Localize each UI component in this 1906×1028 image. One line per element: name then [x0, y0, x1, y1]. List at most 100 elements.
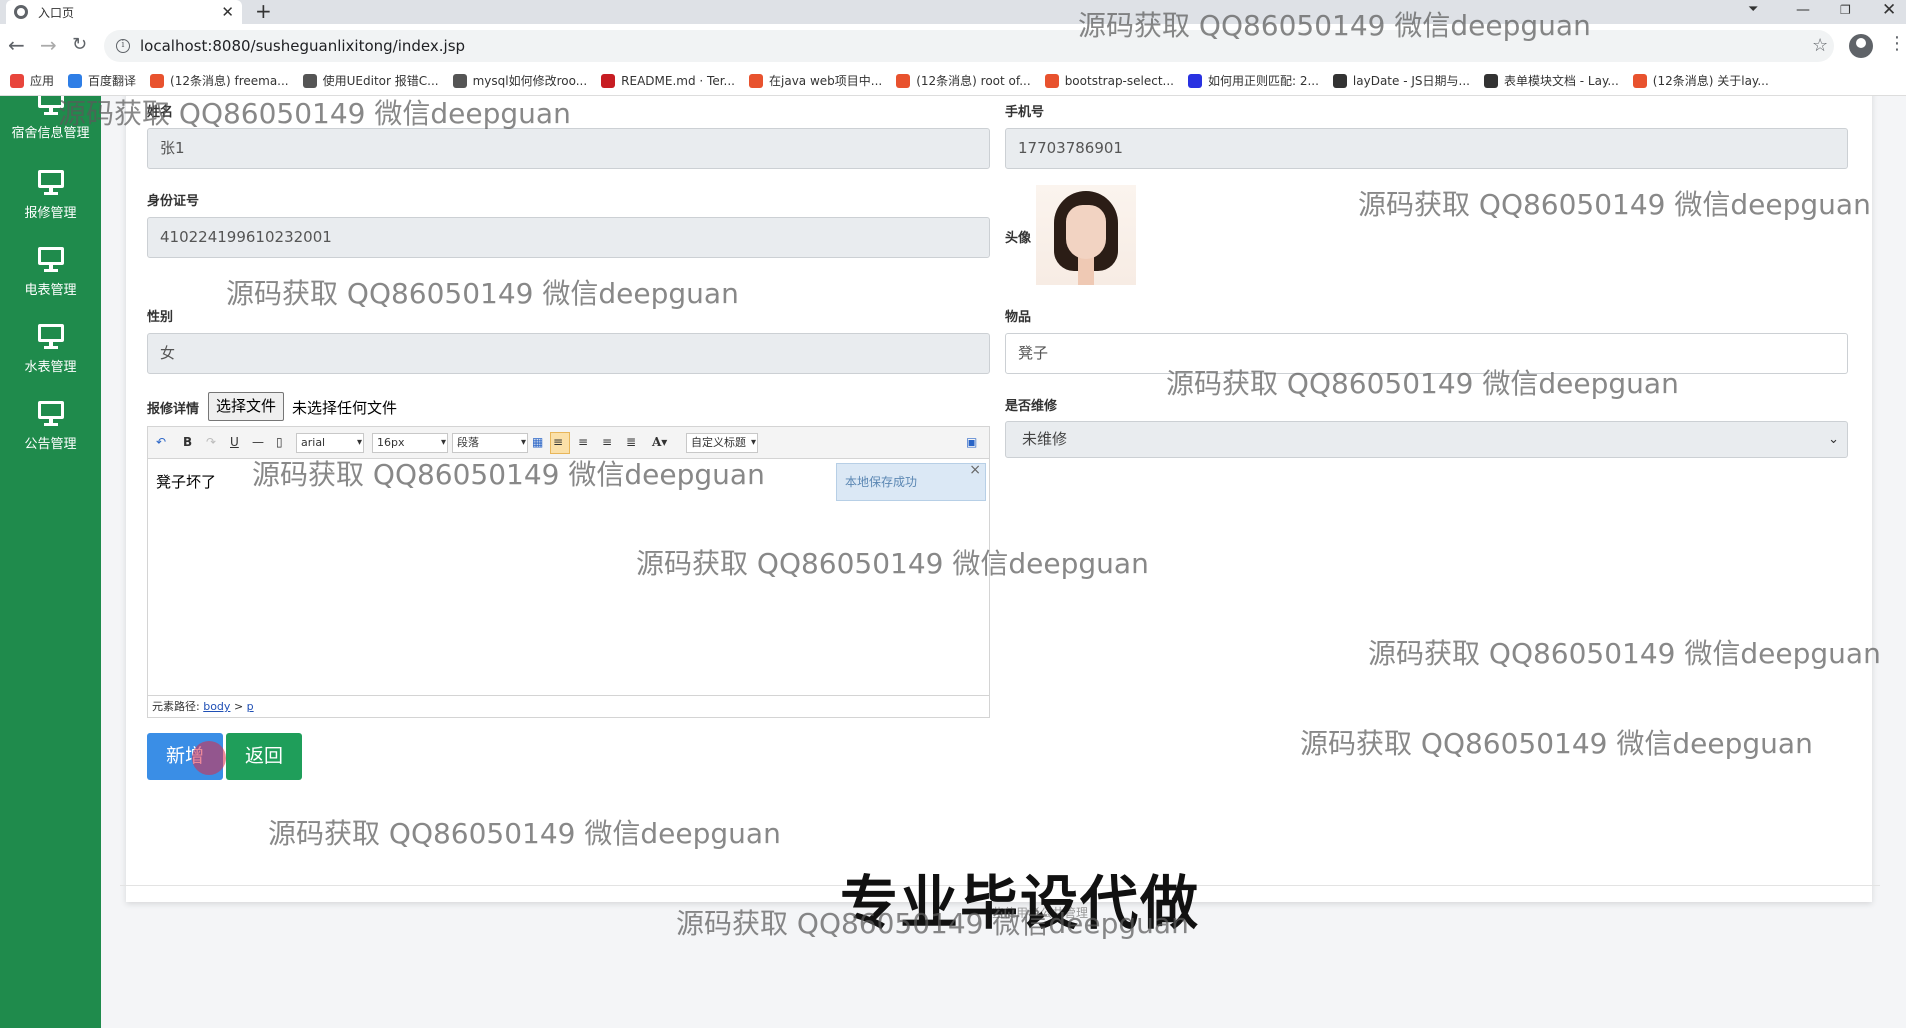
bookmark-item[interactable]: 在java web项目中... — [749, 72, 882, 89]
back-button[interactable]: 返回 — [226, 733, 302, 780]
watermark: 源码获取 QQ86050149 微信deepguan — [1368, 637, 1881, 670]
avatar-image[interactable] — [1036, 185, 1136, 285]
close-window-button[interactable]: ✕ — [1882, 0, 1896, 24]
gender-label: 性别 — [147, 310, 174, 325]
choose-file-button[interactable]: 选择文件 — [208, 392, 285, 421]
forward-arrow-icon[interactable]: → — [40, 33, 57, 57]
editor-content[interactable]: 凳子坏了 — [156, 471, 216, 492]
watermark: 源码获取 QQ86050149 微信deepguan — [676, 907, 1189, 940]
bookmark-label: 应用 — [30, 74, 55, 88]
gitee-icon — [601, 73, 616, 88]
reload-icon[interactable]: ↻ — [72, 34, 87, 55]
path-link-body[interactable]: body — [203, 700, 230, 713]
new-tab-button[interactable]: + — [255, 0, 272, 22]
bookmark-item[interactable]: mysql如何修改roo... — [452, 72, 587, 89]
bookmark-item[interactable]: (12条消息) root of... — [896, 72, 1031, 89]
item-label: 物品 — [1005, 310, 1032, 325]
horizontal-rule-icon[interactable]: — — [252, 435, 264, 449]
font-size-select[interactable]: 16px — [372, 433, 448, 453]
avatar-label: 头像 — [1005, 231, 1032, 246]
tab-search-icon[interactable]: ⏷ — [1748, 0, 1758, 24]
monitor-icon — [37, 170, 64, 196]
bookmark-label: (12条消息) 关于lay... — [1652, 74, 1769, 88]
jianshu-icon — [452, 73, 467, 88]
path-link-p[interactable]: p — [247, 700, 254, 713]
watermark: 源码获取 QQ86050149 微信deepguan — [58, 97, 571, 130]
bookmark-label: 如何用正则匹配: 2... — [1207, 74, 1319, 88]
site-info-icon[interactable]: i — [116, 39, 130, 53]
click-highlight-cursor — [192, 741, 226, 775]
watermark: 源码获取 QQ86050149 微信deepguan — [226, 277, 739, 310]
name-field[interactable]: 张1 — [147, 128, 990, 169]
toast-close-icon[interactable]: × — [969, 452, 981, 488]
sidebar: 宿舍信息管理 报修管理 电表管理 水表管理 公告管理 — [0, 96, 101, 1028]
watermark: 源码获取 QQ86050149 微信deepguan — [1358, 188, 1871, 221]
element-path-bar: 元素路径: body > p — [148, 695, 989, 717]
table-icon[interactable]: ▦ — [532, 435, 543, 449]
font-color-icon[interactable]: A▾ — [652, 435, 667, 449]
sidebar-item-label: 报修管理 — [24, 206, 77, 221]
fullscreen-icon[interactable]: ▣ — [966, 435, 977, 449]
toast-text: 本地保存成功 — [845, 475, 918, 489]
bookmark-item[interactable]: 百度翻译 — [68, 72, 136, 89]
tab-close-icon[interactable]: ✕ — [221, 3, 234, 21]
monitor-icon — [37, 247, 64, 273]
bold-icon[interactable]: B — [183, 435, 192, 449]
url-text: localhost:8080/susheguanlixitong/index.j… — [140, 37, 466, 55]
page-icon[interactable]: ▯ — [276, 435, 283, 449]
bookmark-item[interactable]: layDate - JS日期与... — [1332, 72, 1470, 89]
redo-icon[interactable]: ↷ — [206, 435, 216, 449]
phone-field[interactable]: 17703786901 — [1005, 128, 1848, 169]
underline-icon[interactable]: U — [230, 435, 239, 449]
bookmark-label: (12条消息) root of... — [916, 74, 1031, 88]
sidebar-item-water-meter[interactable]: 水表管理 — [0, 324, 101, 375]
bookmark-item[interactable]: 应用 — [10, 72, 54, 89]
csdn-icon — [896, 73, 911, 88]
bookmark-label: bootstrap-select... — [1064, 73, 1174, 88]
watermark: 源码获取 QQ86050149 微信deepguan — [1300, 727, 1813, 760]
custom-title-select[interactable]: 自定义标题 — [686, 433, 758, 453]
bookmark-item[interactable]: README.md · Ter... — [601, 73, 735, 88]
font-family-select[interactable]: arial — [296, 433, 364, 453]
bookmark-star-icon[interactable]: ☆ — [1812, 35, 1828, 56]
minimize-button[interactable]: — — [1796, 0, 1810, 24]
bookmark-item[interactable]: bootstrap-select... — [1044, 73, 1174, 88]
idcard-field[interactable]: 410224199610232001 — [147, 217, 990, 258]
menu-kebab-icon[interactable]: ⋮ — [1888, 33, 1906, 54]
phone-label: 手机号 — [1005, 105, 1045, 120]
bookmark-item[interactable]: (12条消息) 关于lay... — [1632, 72, 1769, 89]
align-justify-icon[interactable]: ≣ — [626, 435, 636, 449]
sidebar-item-announcement[interactable]: 公告管理 — [0, 401, 101, 452]
bookmark-item[interactable]: (12条消息) freema... — [150, 72, 289, 89]
bookmark-item[interactable]: 表单模块文档 - Lay... — [1483, 72, 1619, 89]
bookmark-item[interactable]: 如何用正则匹配: 2... — [1187, 72, 1319, 89]
gender-field[interactable]: 女 — [147, 333, 990, 374]
align-center-icon[interactable]: ≡ — [578, 435, 588, 449]
repaired-select[interactable]: 未维修 ⌄ — [1005, 421, 1848, 458]
bookmark-label: (12条消息) freema... — [170, 74, 289, 88]
browser-tab[interactable]: 入口页 ✕ — [6, 0, 242, 24]
align-right-icon[interactable]: ≡ — [602, 435, 612, 449]
profile-avatar-icon[interactable] — [1849, 34, 1873, 58]
undo-icon[interactable]: ↶ — [156, 435, 166, 449]
bookmark-item[interactable]: 使用UEditor 报错C... — [302, 72, 439, 89]
paragraph-select[interactable]: 段落 — [452, 433, 528, 453]
sidebar-item-repair[interactable]: 报修管理 — [0, 170, 101, 221]
back-arrow-icon[interactable]: ← — [8, 33, 25, 57]
csdn-icon — [749, 73, 763, 88]
restore-button[interactable]: ❐ — [1840, 0, 1851, 24]
sidebar-item-label: 水表管理 — [24, 360, 77, 375]
sidebar-item-label: 电表管理 — [24, 283, 77, 298]
watermark: 源码获取 QQ86050149 微信deepguan — [252, 458, 765, 491]
sidebar-item-electric-meter[interactable]: 电表管理 — [0, 247, 101, 298]
align-left-icon[interactable]: ≡ — [553, 435, 563, 449]
path-separator: > — [233, 700, 244, 713]
tab-strip: 入口页 ✕ + ⏷ — ❐ ✕ — [0, 0, 1906, 24]
local-save-toast: 本地保存成功 × — [836, 462, 986, 501]
bookmark-label: README.md · Ter... — [621, 73, 735, 88]
repaired-selected-value: 未维修 — [1022, 430, 1068, 448]
detail-label: 报修详情 — [147, 402, 200, 417]
watermark: 源码获取 QQ86050149 微信deepguan — [1166, 367, 1679, 400]
idcard-label: 身份证号 — [147, 194, 200, 209]
chevron-down-icon: ⌄ — [1828, 432, 1839, 447]
